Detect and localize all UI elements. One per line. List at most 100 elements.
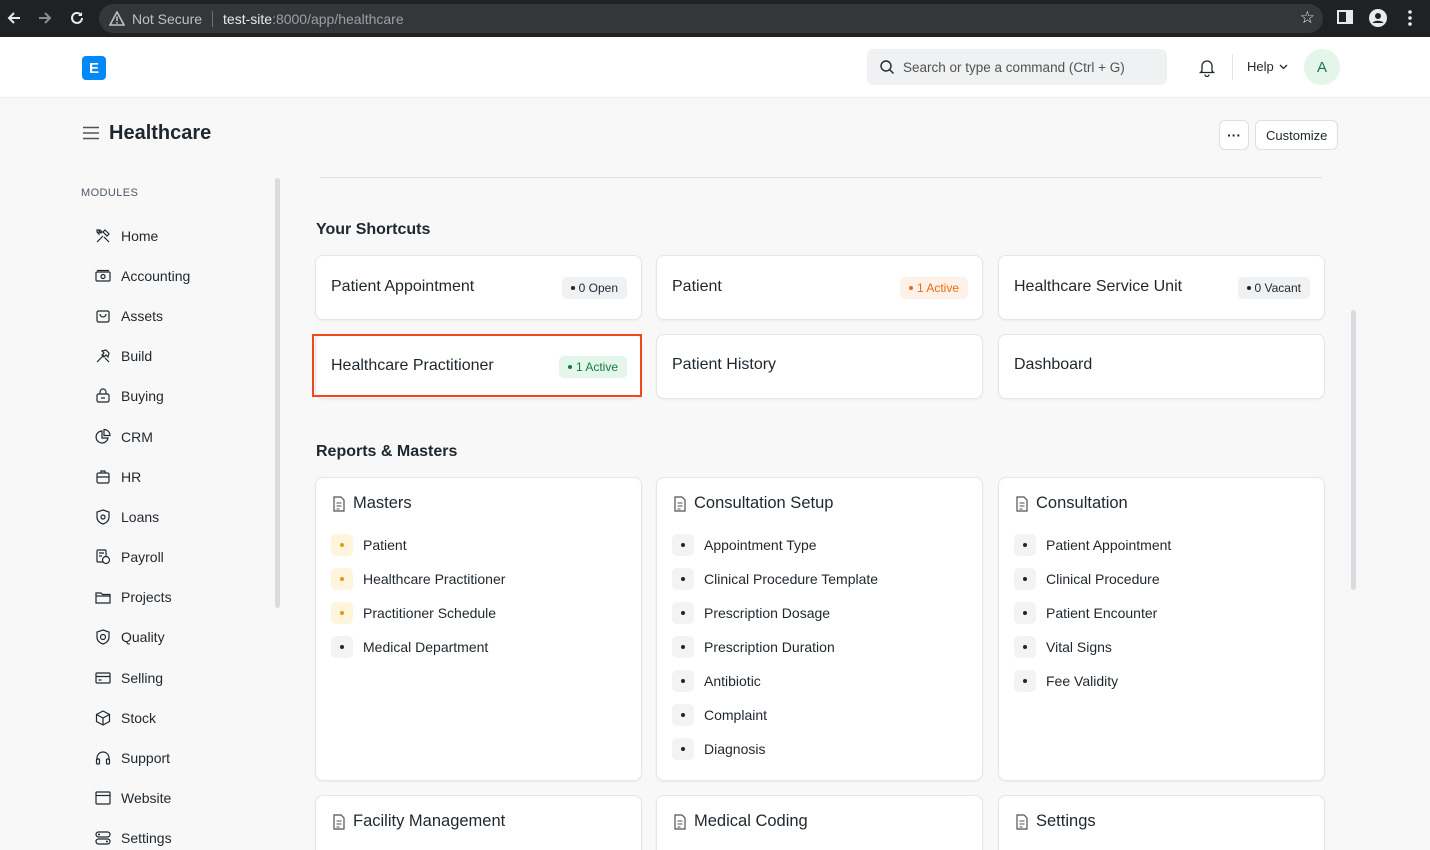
link-prescription-duration[interactable]: Prescription Duration xyxy=(672,636,835,658)
sidebar-item-label: Buying xyxy=(121,388,164,404)
shortcut-patient[interactable]: Patient 1 Active xyxy=(656,255,983,320)
page-title: Healthcare xyxy=(109,122,212,144)
status-badge: 1 Active xyxy=(558,356,627,378)
link-antibiotic[interactable]: Antibiotic xyxy=(672,670,761,692)
profile-icon[interactable] xyxy=(1368,8,1388,33)
security-status: Not Secure xyxy=(132,10,203,27)
bullet-dot xyxy=(672,534,694,556)
browser-toolbar: Not Secure test-site:8000/app/healthcare… xyxy=(0,0,1430,37)
shortcut-label: Dashboard xyxy=(1014,356,1093,373)
sidebar: MODULES Home Accounting Assets Build Buy… xyxy=(0,170,290,850)
link-prescription-dosage[interactable]: Prescription Dosage xyxy=(672,602,830,624)
kebab-menu-icon[interactable] xyxy=(1402,8,1418,33)
link-fee-validity[interactable]: Fee Validity xyxy=(1014,670,1118,692)
search-bar[interactable] xyxy=(867,49,1167,85)
sidebar-item-label: Selling xyxy=(121,670,164,686)
back-arrow-icon[interactable] xyxy=(3,7,25,29)
sidebar-item-buying[interactable]: Buying xyxy=(86,380,266,412)
address-bar[interactable]: Not Secure test-site:8000/app/healthcare… xyxy=(99,4,1323,33)
bullet-dot xyxy=(672,738,694,760)
content-scrollbar[interactable] xyxy=(1351,310,1356,590)
notification-bell-icon[interactable] xyxy=(1197,57,1217,77)
card-settings: Settings xyxy=(998,795,1325,850)
shortcut-patient-appointment[interactable]: Patient Appointment 0 Open xyxy=(315,255,642,320)
badge-text: 0 Vacant xyxy=(1254,281,1301,295)
shortcut-label: Healthcare Practitioner xyxy=(331,357,494,374)
link-complaint[interactable]: Complaint xyxy=(672,704,767,726)
link-patient[interactable]: Patient xyxy=(331,534,407,556)
sidebar-item-settings[interactable]: Settings xyxy=(86,822,266,850)
money-icon xyxy=(95,269,111,282)
hammer-icon xyxy=(96,349,110,363)
card-title: Facility Management xyxy=(353,812,506,830)
link-label: Patient Encounter xyxy=(1046,605,1158,621)
sidebar-item-quality[interactable]: Quality xyxy=(86,621,266,653)
document-icon xyxy=(674,495,686,512)
warning-icon xyxy=(109,11,125,27)
user-avatar[interactable]: A xyxy=(1304,49,1340,85)
status-dot xyxy=(1246,286,1251,290)
link-diagnosis[interactable]: Diagnosis xyxy=(672,738,765,760)
bullet-dot xyxy=(331,636,353,658)
sidebar-item-stock[interactable]: Stock xyxy=(86,702,266,734)
link-label: Prescription Dosage xyxy=(704,605,831,621)
sidebar-item-support[interactable]: Support xyxy=(86,742,266,774)
link-label: Diagnosis xyxy=(704,741,766,757)
app-logo[interactable]: E xyxy=(82,56,106,80)
forward-arrow-icon[interactable] xyxy=(34,7,56,29)
sidebar-item-accounting[interactable]: Accounting xyxy=(86,260,266,292)
link-practitioner-schedule[interactable]: Practitioner Schedule xyxy=(331,602,496,624)
shortcut-dashboard[interactable]: Dashboard xyxy=(998,334,1325,399)
help-dropdown[interactable]: Help xyxy=(1247,59,1288,74)
shortcut-healthcare-practitioner[interactable]: Healthcare Practitioner 1 Active xyxy=(315,334,642,399)
sidebar-item-label: Loans xyxy=(121,509,160,525)
url-path: :8000/app/healthcare xyxy=(272,10,404,27)
reload-icon[interactable] xyxy=(66,7,88,29)
shortcut-label: Patient xyxy=(672,278,722,295)
link-appointment-type[interactable]: Appointment Type xyxy=(672,534,817,556)
link-patient-appointment[interactable]: Patient Appointment xyxy=(1014,534,1171,556)
customize-button[interactable]: Customize xyxy=(1255,120,1339,150)
link-clinical-procedure-template[interactable]: Clinical Procedure Template xyxy=(672,568,878,590)
sidebar-scrollbar[interactable] xyxy=(275,178,280,608)
card-title: Masters xyxy=(353,494,412,512)
box-icon xyxy=(95,710,111,726)
status-dot xyxy=(908,286,913,290)
basket-icon xyxy=(96,388,110,403)
link-clinical-procedure[interactable]: Clinical Procedure xyxy=(1014,568,1160,590)
search-input[interactable] xyxy=(903,59,1153,75)
link-medical-department[interactable]: Medical Department xyxy=(331,636,488,658)
sidebar-item-projects[interactable]: Projects xyxy=(86,581,266,613)
link-patient-encounter[interactable]: Patient Encounter xyxy=(1014,602,1157,624)
status-dot xyxy=(567,365,572,369)
sidebar-item-home[interactable]: Home xyxy=(86,220,266,252)
sidebar-item-hr[interactable]: HR xyxy=(86,461,266,493)
link-label: Vital Signs xyxy=(1046,639,1112,655)
sidebar-item-crm[interactable]: CRM xyxy=(86,421,266,453)
card-header: Facility Management xyxy=(332,812,505,831)
content-divider xyxy=(320,177,1322,178)
card-header: Consultation xyxy=(1015,494,1128,513)
more-options-button[interactable]: ··· xyxy=(1219,120,1249,150)
status-badge: 0 Open xyxy=(561,277,627,299)
pie-icon xyxy=(95,428,111,444)
sidebar-item-label: HR xyxy=(121,469,142,485)
shield-money-icon xyxy=(96,509,110,525)
side-panel-icon[interactable] xyxy=(1336,8,1354,31)
sidebar-item-build[interactable]: Build xyxy=(86,340,266,372)
link-healthcare-practitioner[interactable]: Healthcare Practitioner xyxy=(331,568,505,590)
sidebar-item-website[interactable]: Website xyxy=(86,782,266,814)
bullet-dot xyxy=(1014,568,1036,590)
hamburger-menu-icon[interactable] xyxy=(82,126,100,140)
shortcut-patient-history[interactable]: Patient History xyxy=(656,334,983,399)
bookmark-star-icon[interactable]: ☆ xyxy=(1300,8,1315,28)
bullet-dot xyxy=(672,636,694,658)
bullet-dot xyxy=(331,534,353,556)
sidebar-item-assets[interactable]: Assets xyxy=(86,300,266,332)
shortcut-healthcare-service-unit[interactable]: Healthcare Service Unit 0 Vacant xyxy=(998,255,1325,320)
sidebar-item-loans[interactable]: Loans xyxy=(86,501,266,533)
shortcut-label: Patient Appointment xyxy=(331,278,475,295)
link-vital-signs[interactable]: Vital Signs xyxy=(1014,636,1112,658)
sidebar-item-selling[interactable]: Selling xyxy=(86,662,266,694)
sidebar-item-payroll[interactable]: Payroll xyxy=(86,541,266,573)
